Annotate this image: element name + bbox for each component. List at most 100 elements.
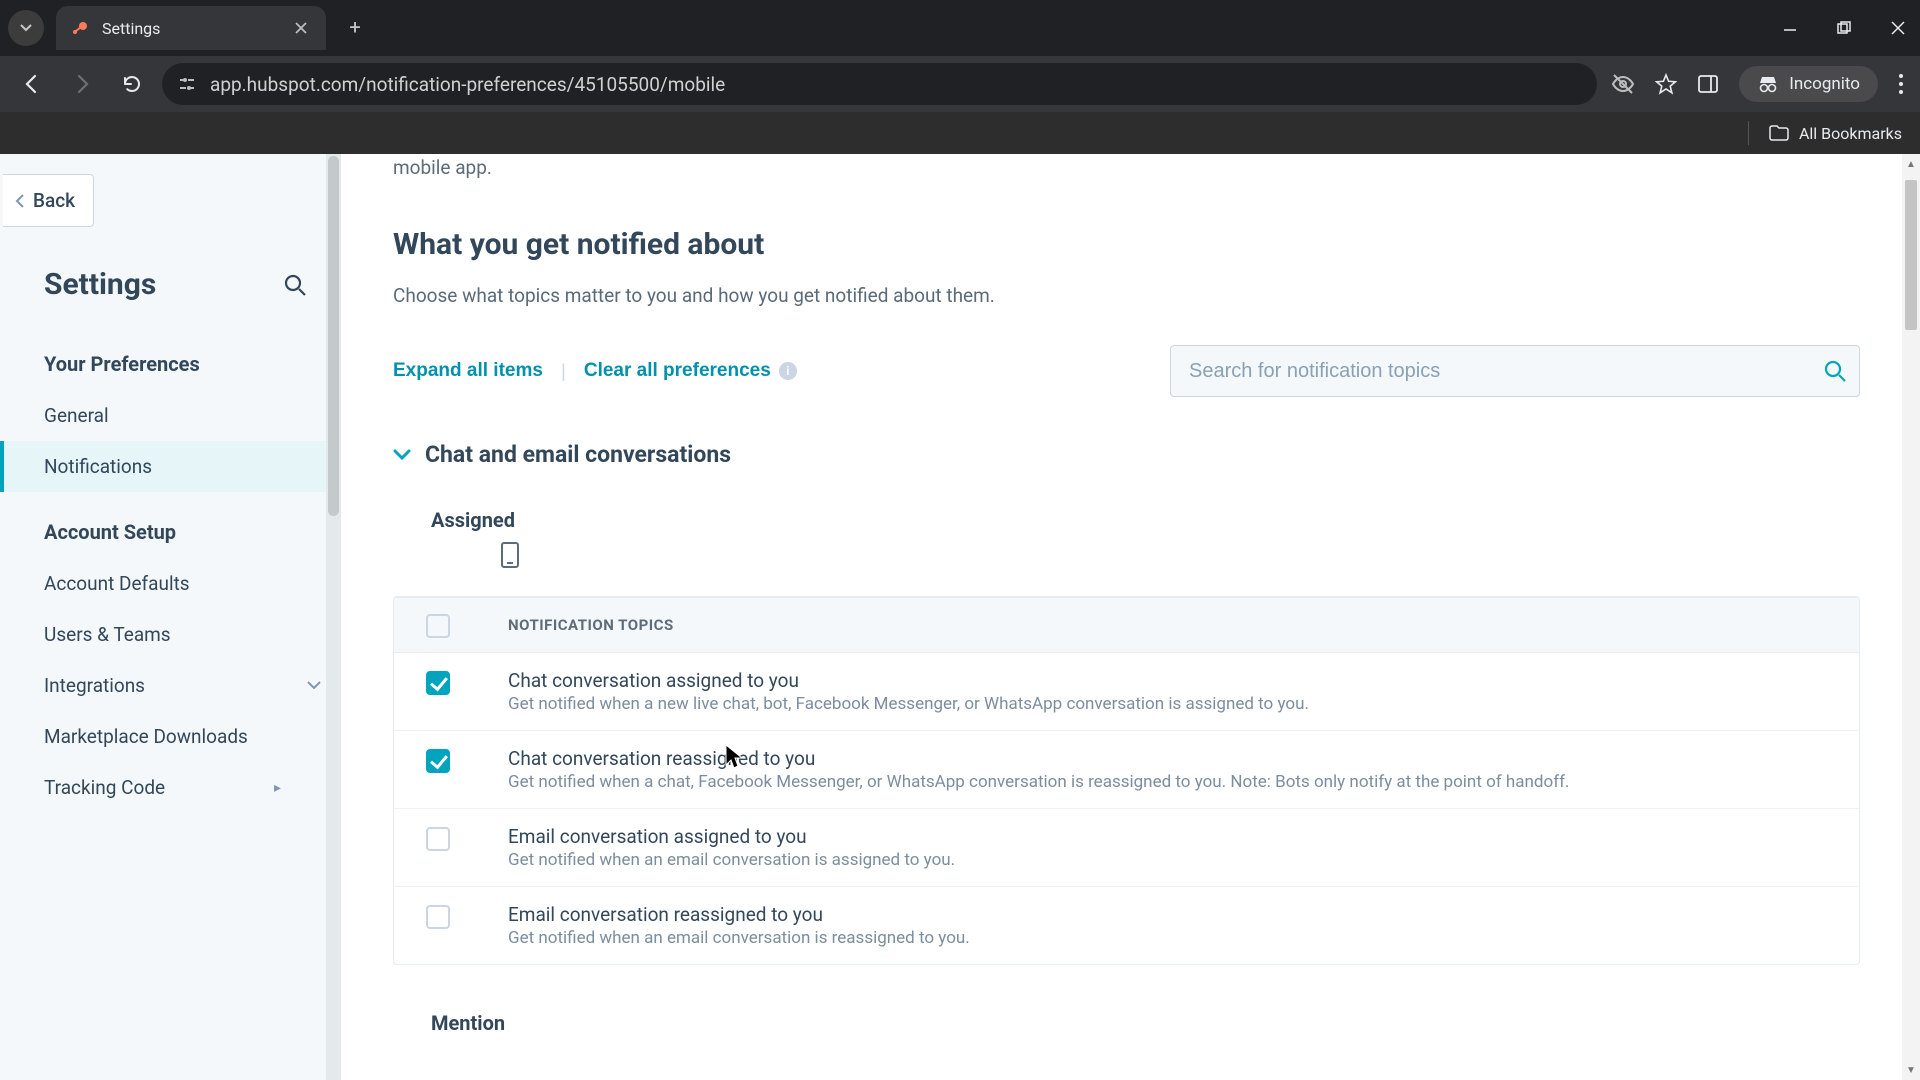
topic-description: Get notified when an email conversation … <box>508 850 955 870</box>
back-nav-button[interactable] <box>12 64 52 104</box>
incognito-chip[interactable]: Incognito <box>1739 66 1878 102</box>
topic-checkbox[interactable] <box>426 905 450 929</box>
sidebar-scrollbar[interactable] <box>326 154 341 1080</box>
sidebar-item-label: Integrations <box>44 674 145 697</box>
topic-checkbox[interactable] <box>426 671 450 695</box>
browser-toolbar: app.hubspot.com/notification-preferences… <box>0 56 1920 112</box>
chevron-left-icon <box>15 194 25 208</box>
topic-title: Email conversation assigned to you <box>508 825 955 848</box>
expand-all-button[interactable]: Expand all items <box>393 360 543 382</box>
incognito-icon <box>1757 75 1779 93</box>
sidebar-item-general[interactable]: General <box>0 390 341 441</box>
sidebar-item-users-teams[interactable]: Users & Teams <box>0 609 341 660</box>
back-button[interactable]: Back <box>3 174 94 227</box>
scrollbar-thumb[interactable] <box>1905 180 1917 330</box>
topic-description: Get notified when an email conversation … <box>508 928 970 948</box>
all-bookmarks-button[interactable]: All Bookmarks <box>1799 124 1902 143</box>
sidebar-item-label: General <box>44 404 109 427</box>
scroll-up-button[interactable]: ▲ <box>1902 154 1920 174</box>
section-heading: What you get notified about <box>393 227 1860 262</box>
sidebar-item-integrations[interactable]: Integrations <box>0 660 341 711</box>
main-panel: mobile app. What you get notified about … <box>341 154 1920 1080</box>
minimize-icon[interactable] <box>1782 20 1798 36</box>
tab-title: Settings <box>102 19 160 38</box>
caret-down-icon: ▸ <box>274 780 281 796</box>
topic-title: Email conversation reassigned to you <box>508 903 970 926</box>
category-toggle-chat-email[interactable]: Chat and email conversations <box>393 441 1860 468</box>
back-label: Back <box>33 189 75 212</box>
settings-sidebar: Back Settings Your Preferences General N… <box>0 154 341 1080</box>
expand-all-label: Expand all items <box>393 360 543 382</box>
browser-tab-strip: Settings + <box>0 0 1920 56</box>
sidebar-item-account-defaults[interactable]: Account Defaults <box>0 558 341 609</box>
table-header-row: NOTIFICATION TOPICS <box>394 597 1859 653</box>
close-window-icon[interactable] <box>1890 20 1906 36</box>
search-container <box>1170 345 1860 397</box>
site-settings-icon[interactable] <box>178 75 196 93</box>
chevron-down-icon <box>393 449 411 461</box>
sidebar-section-account-setup: Account Setup <box>0 492 341 558</box>
sidebar-item-label: Tracking Code <box>44 776 165 799</box>
reload-button[interactable] <box>112 64 152 104</box>
topic-description: Get notified when a new live chat, bot, … <box>508 694 1309 714</box>
hubspot-favicon-icon <box>70 18 90 38</box>
sidebar-item-label: Notifications <box>44 455 152 478</box>
topic-checkbox[interactable] <box>426 749 450 773</box>
subcategory-assigned: Assigned <box>431 508 1860 532</box>
eye-off-icon[interactable] <box>1611 72 1635 96</box>
clear-all-label: Clear all preferences <box>584 360 771 382</box>
table-row: Email conversation reassigned to you Get… <box>394 887 1859 964</box>
bookmark-star-icon[interactable] <box>1655 73 1677 95</box>
notification-topics-table: NOTIFICATION TOPICS Chat conversation as… <box>393 596 1860 965</box>
sidebar-search-button[interactable] <box>279 269 311 301</box>
sidebar-item-label: Marketplace Downloads <box>44 725 248 748</box>
topic-description: Get notified when a chat, Facebook Messe… <box>508 772 1570 792</box>
table-row: Email conversation assigned to you Get n… <box>394 809 1859 887</box>
info-icon: i <box>779 362 797 380</box>
address-bar[interactable]: app.hubspot.com/notification-preferences… <box>162 63 1597 105</box>
divider <box>1748 121 1749 145</box>
new-tab-button[interactable]: + <box>336 8 374 46</box>
tab-search-button[interactable] <box>8 10 44 46</box>
notification-search-input[interactable] <box>1170 345 1860 397</box>
tab-close-button[interactable] <box>292 19 310 37</box>
separator: | <box>561 359 566 383</box>
page-scrollbar[interactable]: ▲ ▼ <box>1902 154 1920 1080</box>
sidepanel-icon[interactable] <box>1697 73 1719 95</box>
table-row: Chat conversation reassigned to you Get … <box>394 731 1859 809</box>
sidebar-item-marketplace-downloads[interactable]: Marketplace Downloads <box>0 711 341 762</box>
mobile-icon <box>501 542 519 568</box>
maximize-icon[interactable] <box>1836 20 1852 36</box>
actions-row: Expand all items | Clear all preferences… <box>393 345 1860 397</box>
sidebar-item-label: Users & Teams <box>44 623 171 646</box>
topic-title: Chat conversation assigned to you <box>508 669 1309 692</box>
sidebar-item-notifications[interactable]: Notifications <box>0 441 341 492</box>
incognito-label: Incognito <box>1789 74 1860 94</box>
sidebar-section-preferences: Your Preferences <box>0 324 341 390</box>
scroll-down-button[interactable]: ▼ <box>1902 1060 1920 1080</box>
subcategory-mention: Mention <box>431 1011 1860 1035</box>
search-icon[interactable] <box>1824 360 1846 382</box>
forward-nav-button[interactable] <box>62 64 102 104</box>
clear-all-button[interactable]: Clear all preferences i <box>584 360 797 382</box>
page-content: Back Settings Your Preferences General N… <box>0 154 1920 1080</box>
scrollbar-thumb[interactable] <box>328 156 339 516</box>
settings-title: Settings <box>44 267 156 302</box>
browser-tab[interactable]: Settings <box>56 6 326 50</box>
truncated-lead-text: mobile app. <box>393 154 1860 179</box>
select-all-checkbox[interactable] <box>426 614 450 638</box>
url-text: app.hubspot.com/notification-preferences… <box>210 73 725 96</box>
sidebar-item-tracking-code[interactable]: Tracking Code ▸ <box>0 762 341 813</box>
sidebar-item-label: Account Defaults <box>44 572 190 595</box>
bookmarks-bar: All Bookmarks <box>0 112 1920 154</box>
chevron-down-icon <box>307 681 321 691</box>
kebab-menu-icon[interactable] <box>1898 73 1904 95</box>
category-title: Chat and email conversations <box>425 441 731 468</box>
section-subheading: Choose what topics matter to you and how… <box>393 284 1860 307</box>
table-row: Chat conversation assigned to you Get no… <box>394 653 1859 731</box>
folder-icon <box>1769 125 1789 141</box>
column-header-topics: NOTIFICATION TOPICS <box>508 616 674 634</box>
channel-icon-row <box>431 532 1860 578</box>
topic-title: Chat conversation reassigned to you <box>508 747 1570 770</box>
topic-checkbox[interactable] <box>426 827 450 851</box>
